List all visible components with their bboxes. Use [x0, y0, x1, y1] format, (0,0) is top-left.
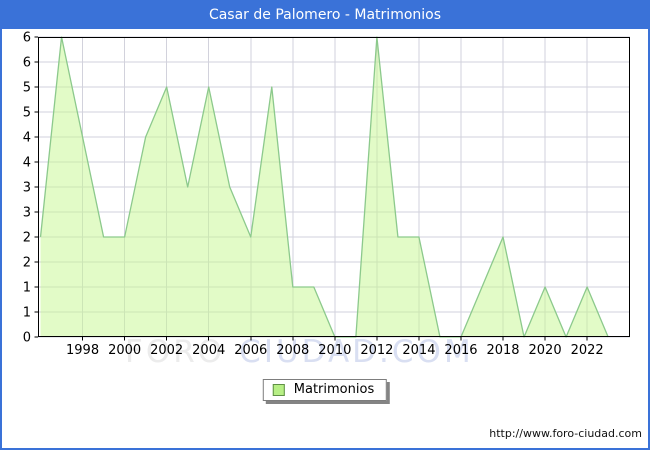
legend: Matrimonios — [262, 379, 388, 401]
svg-text:2002: 2002 — [150, 343, 183, 358]
svg-text:2: 2 — [23, 231, 31, 246]
chart-window: Casar de Palomero - Matrimonios FORO CIUD… — [0, 0, 650, 450]
legend-label: Matrimonios — [293, 382, 375, 397]
svg-text:3: 3 — [23, 181, 31, 196]
svg-text:2018: 2018 — [486, 343, 519, 358]
svg-text:5: 5 — [23, 106, 31, 121]
svg-text:2000: 2000 — [108, 343, 141, 358]
svg-text:2010: 2010 — [318, 343, 351, 358]
svg-text:2: 2 — [23, 256, 31, 271]
svg-text:4: 4 — [23, 131, 31, 146]
svg-text:2020: 2020 — [529, 343, 562, 358]
svg-text:3: 3 — [23, 206, 31, 221]
svg-text:4: 4 — [23, 156, 31, 171]
svg-text:2014: 2014 — [402, 343, 435, 358]
svg-text:6: 6 — [23, 56, 31, 71]
svg-text:6: 6 — [23, 31, 31, 46]
svg-text:1: 1 — [23, 306, 31, 321]
svg-text:2004: 2004 — [192, 343, 225, 358]
svg-text:1998: 1998 — [66, 343, 99, 358]
legend-swatch-icon — [272, 383, 285, 396]
svg-text:2008: 2008 — [276, 343, 309, 358]
svg-text:2012: 2012 — [360, 343, 393, 358]
svg-text:1: 1 — [23, 281, 31, 296]
footer-url: http://www.foro-ciudad.com — [489, 427, 642, 440]
svg-text:0: 0 — [23, 331, 31, 346]
svg-text:2022: 2022 — [571, 343, 604, 358]
svg-text:2016: 2016 — [444, 343, 477, 358]
svg-text:2006: 2006 — [234, 343, 267, 358]
svg-text:5: 5 — [23, 81, 31, 96]
